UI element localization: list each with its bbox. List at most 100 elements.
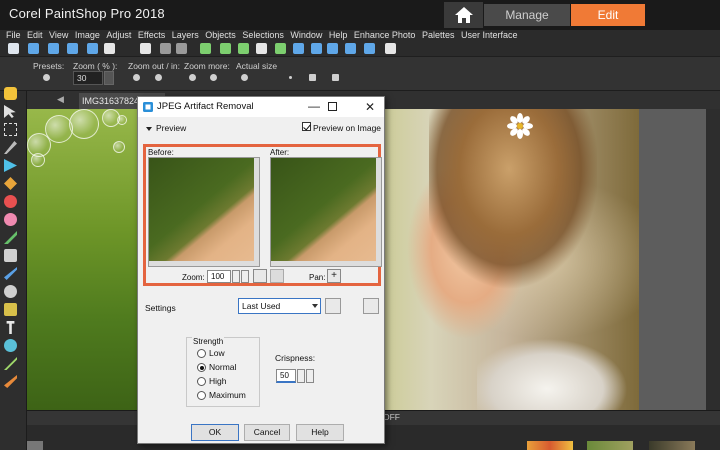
after-vertical-scrollbar[interactable] xyxy=(376,158,381,266)
menu-enhance-photo[interactable]: Enhance Photo xyxy=(354,30,416,41)
pan-tool-icon[interactable] xyxy=(4,87,17,100)
menu-user-interface[interactable]: User Interface xyxy=(461,30,518,41)
resize-icon[interactable] xyxy=(275,43,286,54)
crispness-dropdown-button[interactable] xyxy=(306,369,314,383)
zoom-in-button[interactable] xyxy=(155,74,162,81)
crispness-stepper[interactable] xyxy=(297,369,305,383)
minimize-button[interactable]: — xyxy=(304,98,324,116)
organizer-thumbnail[interactable] xyxy=(587,441,633,450)
strength-option-normal[interactable]: Normal xyxy=(197,362,236,373)
zoom-input[interactable]: 100 xyxy=(207,270,231,283)
zoom-more-in-button[interactable] xyxy=(210,74,217,81)
menu-palettes[interactable]: Palettes xyxy=(422,30,455,41)
radio-normal[interactable] xyxy=(197,363,206,373)
makeover-tool-icon[interactable] xyxy=(4,213,17,226)
workspace-icon[interactable] xyxy=(385,43,396,54)
tab-scroll-left-icon[interactable]: ◀ xyxy=(57,94,64,105)
check-icon[interactable] xyxy=(200,43,211,54)
radio-low[interactable] xyxy=(197,349,206,359)
before-vertical-scrollbar[interactable] xyxy=(254,158,259,266)
maximize-button[interactable] xyxy=(328,102,337,111)
preview-on-image-label[interactable]: Preview on Image xyxy=(313,123,381,133)
fill-tool-icon[interactable] xyxy=(4,375,17,388)
save-preset-button[interactable] xyxy=(325,298,341,314)
after-preview-pane[interactable] xyxy=(270,157,382,267)
actual-size-icon[interactable] xyxy=(364,43,375,54)
tab-edit[interactable]: Edit xyxy=(571,4,645,26)
menu-adjust[interactable]: Adjust xyxy=(106,30,131,41)
crop-icon[interactable] xyxy=(256,43,267,54)
shape-tool-icon[interactable] xyxy=(4,339,17,352)
dropper-tool-icon[interactable] xyxy=(4,141,17,154)
scratch-remover-icon[interactable] xyxy=(4,249,17,262)
zoom-fit-icon[interactable] xyxy=(293,43,304,54)
pick-tool-icon[interactable] xyxy=(4,105,16,118)
pen-tool-icon[interactable] xyxy=(4,357,17,370)
crispness-input[interactable]: 50 xyxy=(276,369,296,383)
ok-button[interactable]: OK xyxy=(191,424,239,441)
home-button[interactable] xyxy=(444,2,483,28)
cancel-button[interactable]: Cancel xyxy=(244,424,290,441)
organizer-thumbnail[interactable] xyxy=(649,441,695,450)
selection-tool-icon[interactable] xyxy=(4,123,17,136)
preview-collapse-toggle[interactable]: Preview xyxy=(146,123,186,133)
after-horizontal-scrollbar[interactable] xyxy=(271,261,381,266)
menu-image[interactable]: Image xyxy=(75,30,100,41)
print-icon[interactable] xyxy=(140,43,151,54)
menu-layers[interactable]: Layers xyxy=(172,30,199,41)
eraser-tool-icon[interactable] xyxy=(4,303,17,316)
open-file-icon[interactable] xyxy=(28,43,39,54)
organizer-thumbnail[interactable] xyxy=(527,441,573,450)
close-button[interactable]: ✕ xyxy=(362,99,378,115)
dodge-tool-icon[interactable] xyxy=(4,285,17,298)
zoom-percent-stepper[interactable] xyxy=(104,71,114,85)
zoom-more-out-button[interactable] xyxy=(189,74,196,81)
straighten-tool-icon[interactable] xyxy=(4,177,17,190)
radio-maximum[interactable] xyxy=(197,391,206,401)
fit-window-button[interactable] xyxy=(309,74,316,81)
pan-button[interactable]: + xyxy=(327,269,341,283)
zoom-dropdown-button[interactable] xyxy=(241,270,249,283)
menu-file[interactable]: File xyxy=(6,30,21,41)
menu-objects[interactable]: Objects xyxy=(205,30,236,41)
dialog-title-bar[interactable]: JPEG Artifact Removal — ✕ xyxy=(138,97,384,117)
paint-brush-tool-icon[interactable] xyxy=(4,267,17,280)
zoom-stepper[interactable] xyxy=(232,270,240,283)
zoom-percent-input[interactable]: 30 xyxy=(73,71,103,85)
menu-effects[interactable]: Effects xyxy=(138,30,165,41)
rotate-left-icon[interactable] xyxy=(220,43,231,54)
zoom-out-icon[interactable] xyxy=(327,43,338,54)
save-icon[interactable] xyxy=(48,43,59,54)
preview-on-image-checkbox[interactable] xyxy=(302,122,311,131)
rotate-right-icon[interactable] xyxy=(238,43,249,54)
zoom-100-icon[interactable] xyxy=(345,43,356,54)
menu-window[interactable]: Window xyxy=(290,30,322,41)
reset-button[interactable] xyxy=(363,298,379,314)
zoom-in-icon[interactable] xyxy=(311,43,322,54)
actual-size-button[interactable] xyxy=(241,74,248,81)
text-tool-icon[interactable] xyxy=(6,321,15,334)
settings-dropdown[interactable]: Last Used xyxy=(238,298,321,314)
strength-option-maximum[interactable]: Maximum xyxy=(197,390,246,401)
strength-option-low[interactable]: Low xyxy=(197,348,225,359)
tab-manage[interactable]: Manage xyxy=(484,4,570,26)
zoom-out-preview-button[interactable] xyxy=(270,269,284,283)
crop-tool-icon[interactable] xyxy=(4,159,17,172)
radio-high[interactable] xyxy=(197,377,206,387)
clone-tool-icon[interactable] xyxy=(4,231,17,244)
strength-option-high[interactable]: High xyxy=(197,376,226,387)
email-icon[interactable] xyxy=(104,43,115,54)
before-horizontal-scrollbar[interactable] xyxy=(149,261,259,266)
presets-dropdown[interactable] xyxy=(43,74,50,81)
help-button[interactable]: Help xyxy=(296,424,344,441)
before-preview-pane[interactable] xyxy=(148,157,260,267)
undo-icon[interactable] xyxy=(160,43,171,54)
menu-selections[interactable]: Selections xyxy=(242,30,284,41)
save-copy-icon[interactable] xyxy=(87,43,98,54)
red-eye-tool-icon[interactable] xyxy=(4,195,17,208)
redo-icon[interactable] xyxy=(176,43,187,54)
zoom-out-button[interactable] xyxy=(133,74,140,81)
zoom-in-preview-button[interactable] xyxy=(253,269,267,283)
save-as-icon[interactable] xyxy=(67,43,78,54)
menu-help[interactable]: Help xyxy=(329,30,348,41)
